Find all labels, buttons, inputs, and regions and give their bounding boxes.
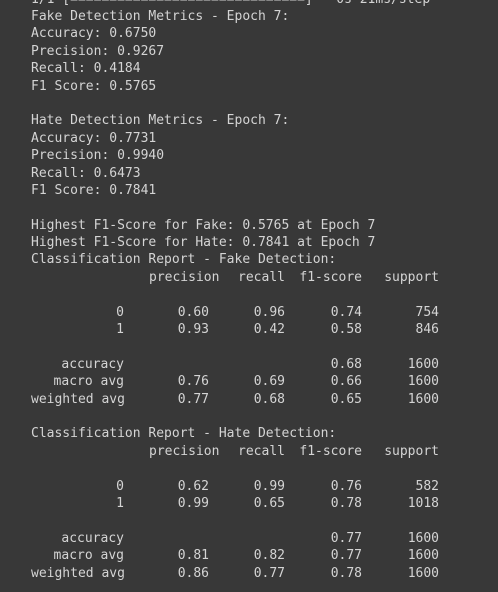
f1-cell: 0.76	[330, 478, 362, 494]
row-label: weighted avg	[31, 565, 125, 581]
support-cell: 582	[415, 478, 439, 494]
recall-cell: 0.82	[253, 548, 285, 564]
table-row: macro avg 0.81 0.82 0.77 1600	[31, 547, 498, 564]
support-cell: 1600	[407, 356, 439, 372]
recall-cell: 0.77	[253, 565, 285, 581]
table-row: accuracy 0.77 1600	[31, 530, 498, 547]
f1-cell: 0.74	[330, 304, 362, 320]
recall-cell: 0.42	[253, 322, 285, 338]
support-cell: 846	[415, 322, 439, 338]
fake-metrics-header: Fake Detection Metrics - Epoch 7:	[31, 9, 290, 24]
fake-accuracy-line: Accuracy: 0.6750	[31, 26, 157, 42]
table-row: 0 0.60 0.96 0.74 754	[31, 304, 498, 321]
support-cell: 1600	[407, 374, 439, 390]
f1-cell: 0.78	[330, 495, 362, 511]
header-f1-score: f1-score	[299, 443, 362, 459]
header-recall: recall	[238, 269, 285, 285]
precision-cell: 0.93	[177, 322, 209, 338]
fake-report-title: Classification Report - Fake Detection:	[31, 252, 337, 268]
fake-precision-line: Precision: 0.9267	[31, 43, 165, 59]
highest-f1-fake: Highest F1-Score for Fake: 0.5765 at Epo…	[31, 217, 376, 233]
precision-cell: 0.62	[177, 478, 209, 494]
precision-cell: 0.86	[177, 565, 209, 581]
table-row: 1 0.99 0.65 0.78 1018	[31, 495, 498, 512]
highest-f1-hate: Highest F1-Score for Hate: 0.7841 at Epo…	[31, 235, 376, 251]
support-cell: 1600	[407, 391, 439, 407]
table-row: weighted avg 0.77 0.68 0.65 1600	[31, 391, 498, 408]
table-row: macro avg 0.76 0.69 0.66 1600	[31, 373, 498, 390]
precision-cell: 0.81	[177, 548, 209, 564]
row-label: accuracy	[61, 356, 124, 372]
precision-cell: 0.77	[177, 391, 209, 407]
fake-f1-line: F1 Score: 0.5765	[31, 78, 157, 94]
row-label: weighted avg	[31, 391, 125, 407]
recall-cell: 0.96	[253, 304, 285, 320]
hate-accuracy-line: Accuracy: 0.7731	[31, 130, 157, 146]
header-support: support	[384, 269, 439, 285]
row-label: 1	[116, 322, 124, 338]
report-header-row: precision recall f1-score support	[31, 443, 498, 460]
support-cell: 1600	[407, 548, 439, 564]
row-label: 0	[116, 478, 124, 494]
hate-report-title: Classification Report - Hate Detection:	[31, 426, 337, 442]
hate-precision-line: Precision: 0.9940	[31, 148, 165, 164]
row-label: macro avg	[53, 548, 124, 564]
support-cell: 1018	[407, 495, 439, 511]
header-precision: precision	[149, 443, 220, 459]
header-precision: precision	[149, 269, 220, 285]
row-label: 1	[116, 495, 124, 511]
recall-cell: 0.65	[253, 495, 285, 511]
f1-cell: 0.77	[330, 530, 362, 546]
support-cell: 1600	[407, 565, 439, 581]
header-recall: recall	[238, 443, 285, 459]
f1-cell: 0.68	[330, 356, 362, 372]
recall-cell: 0.68	[253, 391, 285, 407]
f1-cell: 0.78	[330, 565, 362, 581]
table-row: weighted avg 0.86 0.77 0.78 1600	[31, 565, 498, 582]
f1-cell: 0.58	[330, 322, 362, 338]
recall-cell: 0.99	[253, 478, 285, 494]
f1-cell: 0.66	[330, 374, 362, 390]
header-f1-score: f1-score	[299, 269, 362, 285]
support-cell: 754	[415, 304, 439, 320]
f1-cell: 0.77	[330, 548, 362, 564]
recall-cell: 0.69	[253, 374, 285, 390]
hate-f1-line: F1 Score: 0.7841	[31, 182, 157, 198]
support-cell: 1600	[407, 530, 439, 546]
header-support: support	[384, 443, 439, 459]
report-header-row: precision recall f1-score support	[31, 269, 498, 286]
precision-cell: 0.99	[177, 495, 209, 511]
hate-recall-line: Recall: 0.6473	[31, 165, 141, 181]
row-label: 0	[116, 304, 124, 320]
precision-cell: 0.60	[177, 304, 209, 320]
hate-metrics-header: Hate Detection Metrics - Epoch 7:	[31, 113, 290, 129]
table-row: accuracy 0.68 1600	[31, 356, 498, 373]
precision-cell: 0.76	[177, 374, 209, 390]
table-row: 0 0.62 0.99 0.76 582	[31, 478, 498, 495]
fake-recall-line: Recall: 0.4184	[31, 61, 141, 77]
console-output: 1/1 [==============================] - 0…	[0, 0, 498, 583]
progress-line: 1/1 [==============================] - 0…	[31, 0, 498, 8]
table-row: 1 0.93 0.42 0.58 846	[31, 321, 498, 338]
row-label: accuracy	[61, 530, 124, 546]
f1-cell: 0.65	[330, 391, 362, 407]
row-label: macro avg	[53, 374, 124, 390]
